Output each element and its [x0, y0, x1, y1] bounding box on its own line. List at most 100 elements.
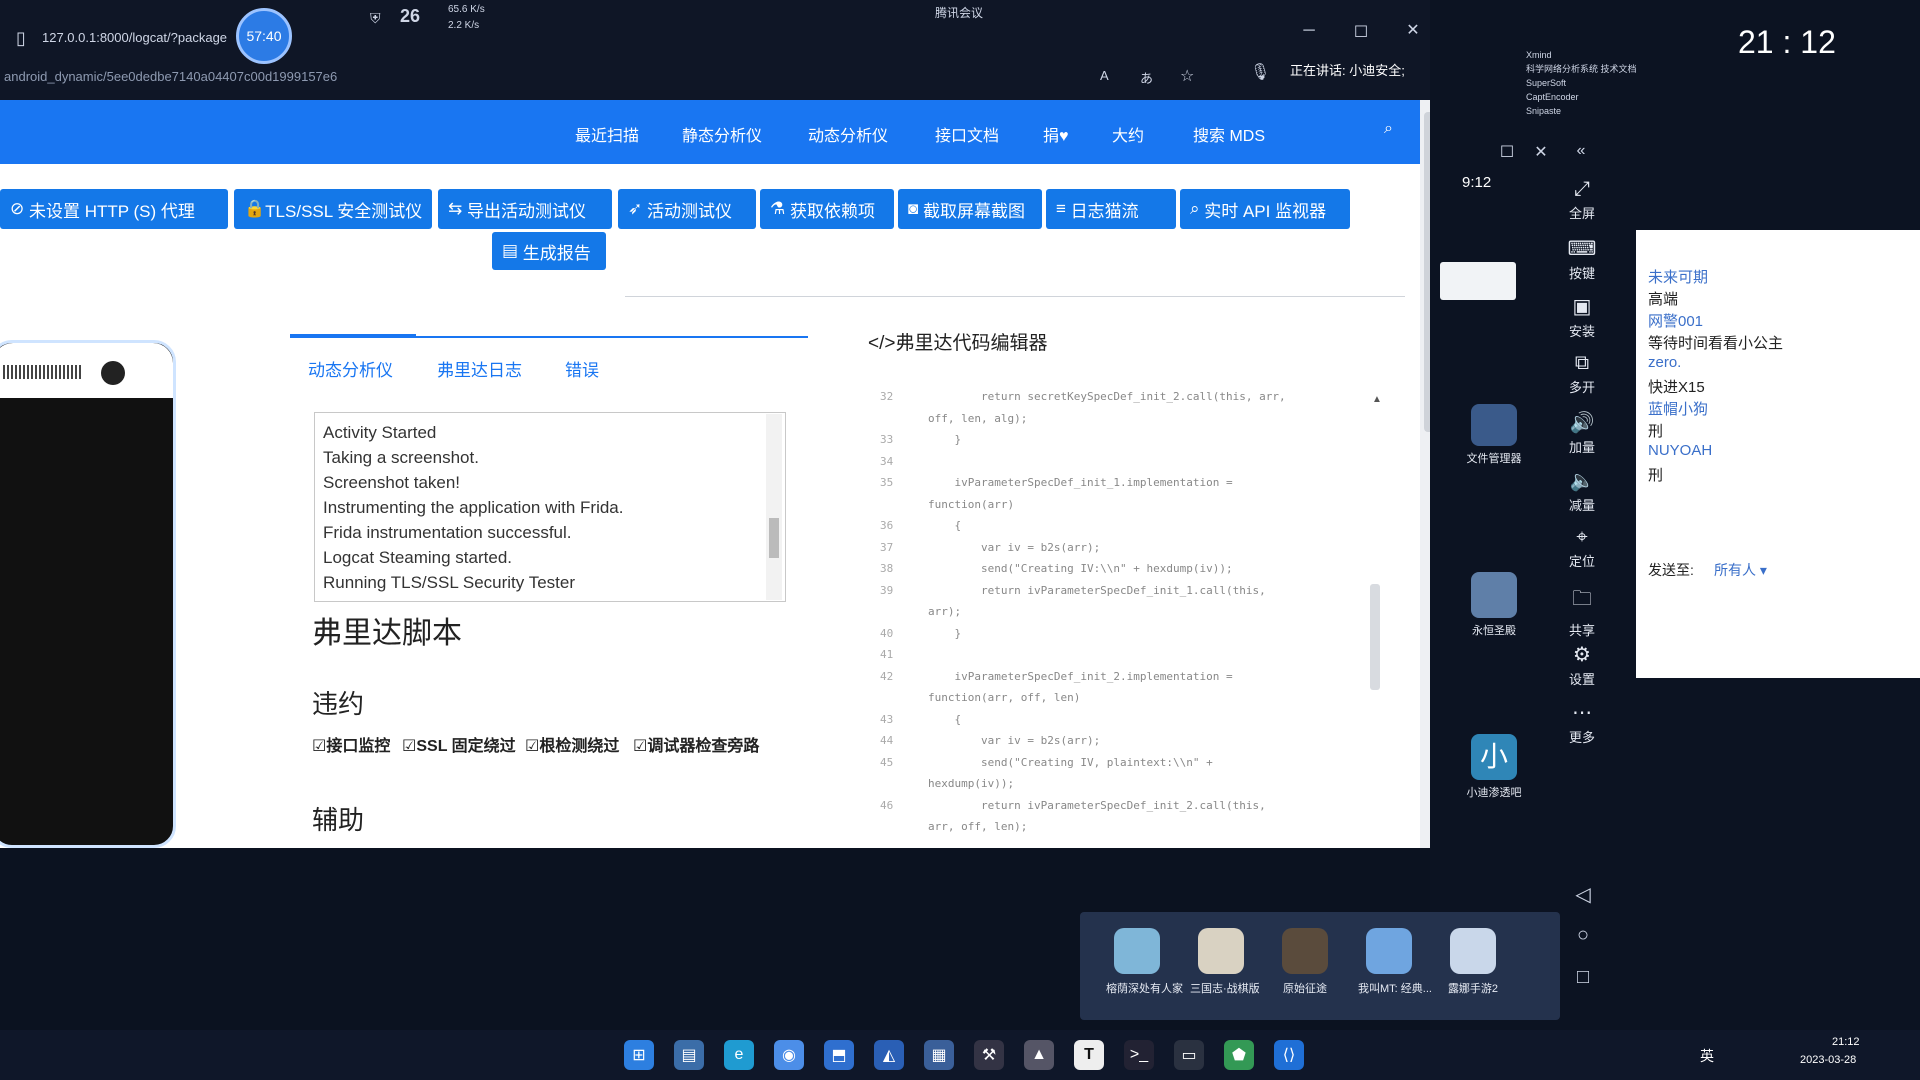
nav-about[interactable]: 大约 [1112, 122, 1144, 146]
nav-donate[interactable]: 捐♥ [1043, 122, 1069, 146]
code-line: hexdump(iv)); [928, 777, 1015, 790]
gear-icon: ⚙ [1573, 644, 1591, 666]
send-to-select[interactable]: 所有人 ▾ [1714, 560, 1767, 580]
tab-frida-log[interactable]: 弗里达日志 [437, 356, 522, 381]
code-editor[interactable]: 32 return secretKeySpecDef_init_2.call(t… [880, 390, 1380, 846]
logcat-stream-button[interactable]: ≡ 日志猫流 [1046, 189, 1176, 229]
keys-tool[interactable]: ⌨ 按键 [1556, 236, 1608, 282]
chat-line: zero. [1648, 354, 1682, 371]
bluestack-icon[interactable]: ⬟ [1224, 1040, 1254, 1070]
checkbox-api-monitor[interactable]: ☑接口监控 [312, 732, 390, 756]
edge-icon[interactable]: e [724, 1040, 754, 1070]
dock-app[interactable]: 榕荫深处有人家 [1106, 928, 1183, 1012]
line-number: 36 [880, 519, 894, 532]
file-icon: ▤ [502, 241, 523, 260]
recent-file[interactable]: Snipaste [1526, 104, 1676, 118]
multi-open-tool[interactable]: ⧉ 多开 [1556, 352, 1608, 396]
dock-app[interactable]: 露娜手游2 [1442, 928, 1504, 1012]
notes-icon[interactable]: ▦ [924, 1040, 954, 1070]
game-icon [1450, 928, 1496, 974]
api-monitor-button[interactable]: ⌕ 实时 API 监视器 [1180, 189, 1350, 229]
terminal-icon[interactable]: >_ [1124, 1040, 1154, 1070]
dock-app[interactable]: 我叫MT: 经典... [1358, 928, 1432, 1012]
url-bar[interactable]: 127.0.0.1:8000/logcat/?package [42, 30, 227, 45]
back-icon[interactable]: ◁ [1570, 882, 1596, 907]
nav-static-analyzer[interactable]: 静态分析仪 [682, 122, 762, 146]
editor-scroll-thumb[interactable] [1370, 584, 1380, 690]
close-emulator-icon[interactable]: ✕ [1528, 142, 1554, 162]
get-dependencies-button[interactable]: ⚗ 获取依赖项 [760, 189, 894, 229]
generate-report-button[interactable]: ▤ 生成报告 [492, 232, 606, 270]
activity-tester-button[interactable]: ➶ 活动测试仪 [618, 189, 756, 229]
device-screen[interactable] [0, 340, 176, 848]
pycharm-icon[interactable]: ▲ [1024, 1040, 1054, 1070]
nav-recent-scans[interactable]: 最近扫描 [575, 122, 639, 146]
share-tool[interactable]: 🗀 共享 [1556, 584, 1608, 639]
tls-tester-button[interactable]: 🔒 TLS/SSL 安全测试仪 [234, 189, 432, 229]
list-icon: ≡ [1056, 199, 1071, 218]
typora-icon[interactable]: T [1074, 1040, 1104, 1070]
checkbox-root-bypass[interactable]: ☑根检测绕过 [525, 732, 619, 756]
recent-file[interactable]: Xmind [1526, 48, 1676, 62]
tab-dynamic-analyzer[interactable]: 动态分析仪 [308, 356, 393, 381]
export-activity-tester-button[interactable]: ⇆ 导出活动测试仪 [438, 189, 612, 229]
read-aloud-icon[interactable]: A [1100, 68, 1109, 83]
maximize-icon[interactable]: ☐ [1348, 22, 1374, 42]
dock-app[interactable]: 原始征途 [1274, 928, 1336, 1012]
more-tool[interactable]: ⋯ 更多 [1556, 700, 1608, 746]
settings-tool[interactable]: ⚙ 设置 [1556, 642, 1608, 688]
folder-icon: 🗀 [1572, 588, 1592, 610]
recent-file[interactable]: 科学网络分析系统 技术文档 [1526, 62, 1676, 76]
minimize-icon[interactable]: ─ [1296, 22, 1322, 40]
install-tool[interactable]: ▣ 安装 [1556, 294, 1608, 340]
code-line: send("Creating IV:\\n" + hexdump(iv)); [928, 562, 1233, 575]
app-eternal-temple[interactable]: 永恒圣殿 [1464, 572, 1524, 638]
app-file-manager[interactable]: 文件管理器 [1464, 404, 1524, 466]
log-scrollbar[interactable] [766, 414, 782, 600]
nav-dynamic-analyzer[interactable]: 动态分析仪 [808, 122, 888, 146]
start-icon[interactable]: ⊞ [624, 1040, 654, 1070]
nav-search[interactable]: 搜索 MDS [1193, 122, 1265, 146]
dock-app-label: 原始征途 [1283, 983, 1327, 995]
log-scroll-thumb[interactable] [769, 518, 779, 558]
close-icon[interactable]: ✕ [1400, 20, 1426, 40]
restore-icon[interactable]: ☐ [1494, 142, 1520, 162]
location-tool[interactable]: ⌖ 定位 [1556, 526, 1608, 570]
proxy-button[interactable]: ⊘ 未设置 HTTP (S) 代理 [0, 189, 228, 229]
volume-up-tool[interactable]: 🔊 加量 [1556, 410, 1608, 456]
web-page: 最近扫描 静态分析仪 动态分析仪 接口文档 捐♥ 大约 搜索 MDS ⌕ ⊘ 未… [0, 100, 1420, 848]
checkbox-ssl-pinning-bypass[interactable]: ☑SSL 固定绕过 [402, 732, 516, 756]
volume-down-tool[interactable]: 🔈 减量 [1556, 468, 1608, 514]
code-line: return ivParameterSpecDef_init_1.call(th… [928, 583, 1266, 597]
expand-icon: ⤢ [1574, 178, 1590, 200]
chrome-icon[interactable]: ◉ [774, 1040, 804, 1070]
vscode-icon[interactable]: ⟨⟩ [1274, 1040, 1304, 1070]
nav-api-docs[interactable]: 接口文档 [935, 122, 999, 146]
home-icon[interactable]: ○ [1570, 924, 1596, 947]
tab-errors[interactable]: 错误 [565, 356, 599, 381]
scroll-up-icon[interactable]: ▲ [1372, 394, 1382, 405]
ime-indicator[interactable]: 英 [1700, 1046, 1714, 1066]
recent-file[interactable]: CaptEncoder [1526, 90, 1676, 104]
dock-app[interactable]: 三国志·战棋版 [1190, 928, 1260, 1012]
window-icon[interactable]: ▭ [1174, 1040, 1204, 1070]
search-icon[interactable]: ⌕ [1384, 120, 1393, 138]
favorite-icon[interactable]: ☆ [1180, 66, 1194, 86]
translate-icon[interactable]: あ [1140, 68, 1153, 87]
recent-file[interactable]: SuperSoft [1526, 76, 1676, 90]
log-output[interactable]: Activity Started Taking a screenshot. Sc… [314, 412, 786, 602]
fullscreen-tool[interactable]: ⤢ 全屏 [1556, 178, 1608, 222]
checkbox-debugger-bypass[interactable]: ☑调试器检查旁路 [633, 732, 759, 756]
export-icon: ⇆ [448, 199, 467, 218]
explorer-icon[interactable]: ▤ [674, 1040, 704, 1070]
browser-chrome: ▯ 127.0.0.1:8000/logcat/?package 57:40 ⛨… [0, 0, 1430, 100]
tool-icon[interactable]: ⚒ [974, 1040, 1004, 1070]
chat-line: 蓝帽小狗 [1648, 401, 1709, 418]
app-xiaodi[interactable]: 小小迪渗透吧 [1464, 734, 1524, 800]
recents-icon[interactable]: □ [1570, 966, 1596, 989]
app-icon[interactable]: ⬒ [824, 1040, 854, 1070]
collapse-icon[interactable]: « [1568, 142, 1594, 160]
meeting-icon[interactable]: ◭ [874, 1040, 904, 1070]
screenshot-button[interactable]: ◙ 截取屏幕截图 [898, 189, 1042, 229]
dock-app-label: 三国志·战棋版 [1190, 983, 1260, 995]
